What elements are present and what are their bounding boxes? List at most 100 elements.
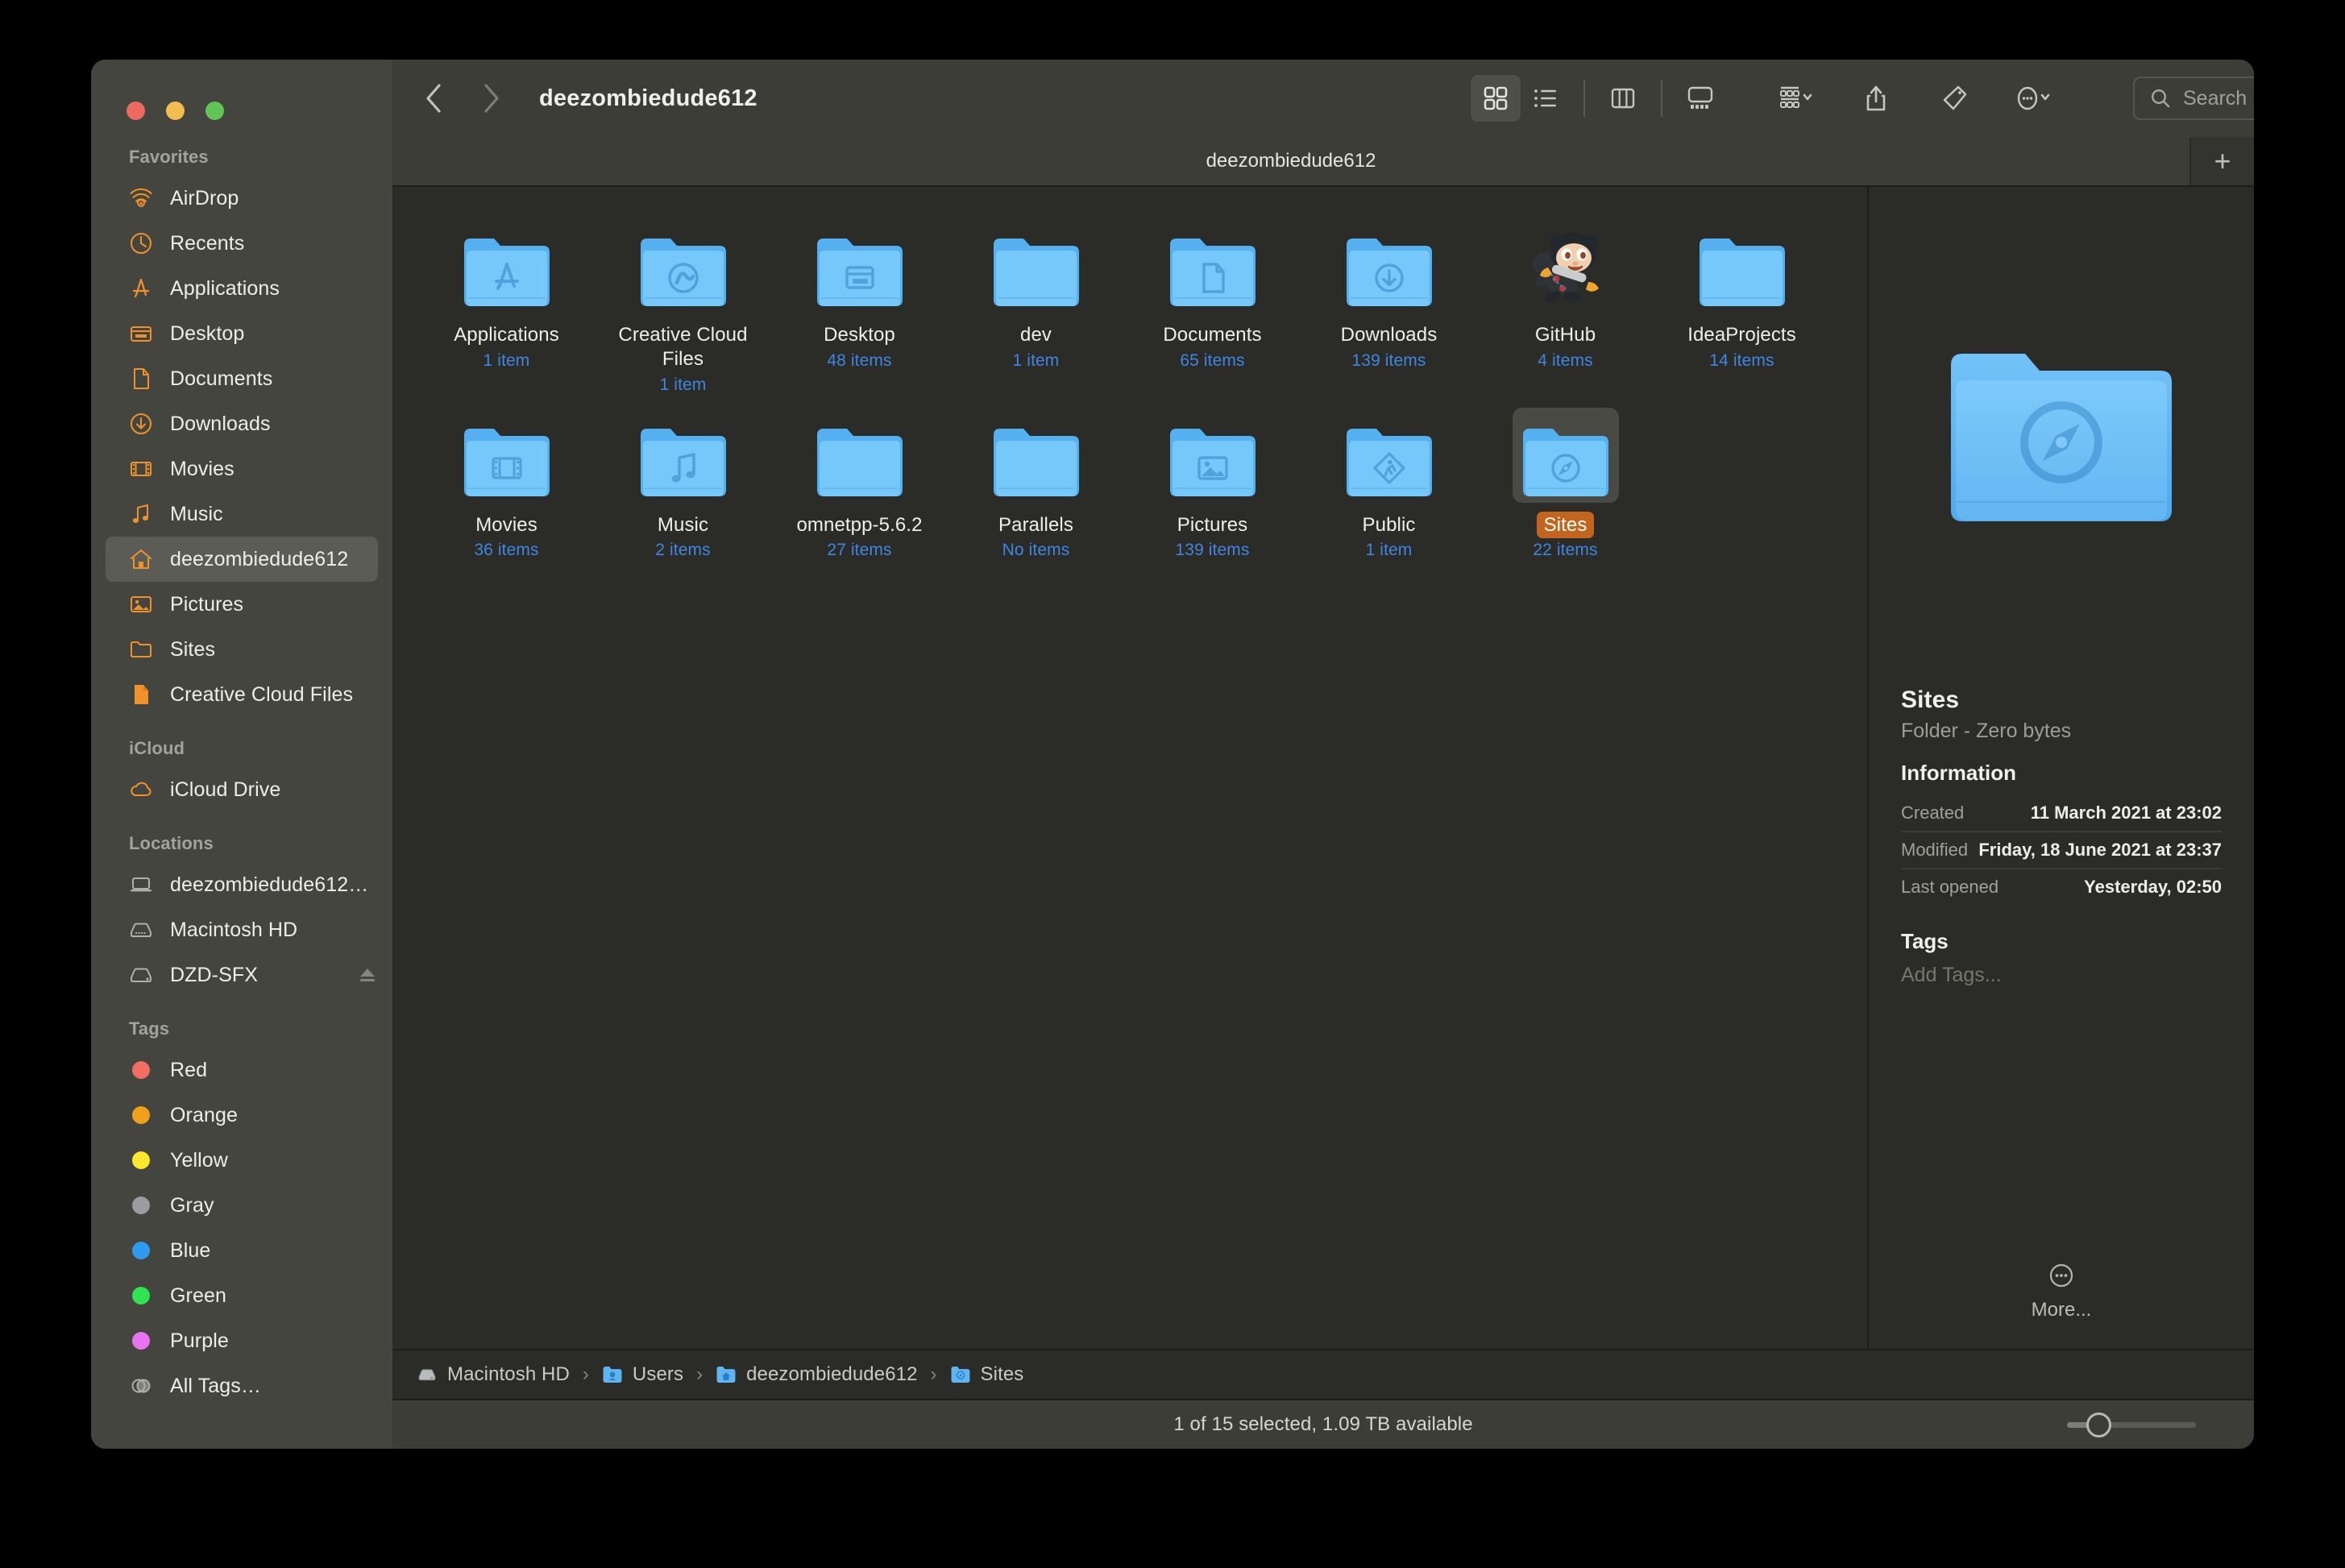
file-grid: Applications 1 item Creative Cloud Files 1 … — [392, 187, 1867, 560]
file-item-music[interactable]: Music 2 items — [595, 400, 771, 561]
sidebar-item-label: Movies — [170, 457, 234, 480]
sidebar-item-downloads[interactable]: Downloads — [106, 401, 378, 446]
close-button[interactable] — [127, 102, 145, 120]
file-item-creative-cloud-files[interactable]: Creative Cloud Files 1 item — [595, 209, 771, 395]
view-column-button[interactable] — [1598, 75, 1648, 122]
sidebar-item-dzd-sfx[interactable]: DZD-SFX — [106, 952, 378, 998]
sidebar-item-all-tags[interactable]: All Tags… — [106, 1363, 378, 1408]
chevron-left-icon — [426, 84, 441, 113]
file-item-parallels[interactable]: Parallels No items — [948, 400, 1124, 561]
file-item-dev[interactable]: dev 1 item — [948, 209, 1124, 395]
sidebar-item-orange[interactable]: Orange — [106, 1093, 378, 1138]
home-icon — [128, 546, 154, 572]
breadcrumb-item-macintosh-hd[interactable]: Macintosh HD — [417, 1363, 570, 1386]
file-item-count: 1 item — [1012, 351, 1060, 370]
view-icon-grid-button[interactable] — [1471, 75, 1521, 122]
tab-deezombiedude612[interactable]: deezombiedude612 — [392, 137, 2191, 185]
sidebar-item-documents[interactable]: Documents — [106, 356, 378, 401]
group-by-button[interactable] — [1772, 75, 1822, 122]
sidebar-item-recents[interactable]: Recents — [106, 221, 378, 266]
sidebar-item-label: Sites — [170, 637, 216, 661]
forward-button[interactable] — [473, 80, 510, 117]
sidebar-item-music[interactable]: Music — [106, 492, 378, 537]
breadcrumb-label: Users — [632, 1363, 684, 1385]
sidebar-item-blue[interactable]: Blue — [106, 1228, 378, 1273]
view-gallery-button[interactable] — [1675, 75, 1725, 122]
share-button[interactable] — [1851, 75, 1901, 122]
file-item-sites[interactable]: Sites 22 items — [1477, 400, 1654, 561]
sidebar-item-airdrop[interactable]: AirDrop — [106, 176, 378, 221]
back-button[interactable] — [415, 80, 452, 117]
breadcrumb-item-deezombiedude612[interactable]: deezombiedude612 — [716, 1363, 917, 1386]
main-pane: deezombiedude612 Search deezombiedude612… — [392, 60, 2254, 1449]
sidebar: Favorites AirDrop Recents Applications Deskt… — [91, 60, 392, 1449]
sidebar-item-red[interactable]: Red — [106, 1047, 378, 1093]
zoom-button[interactable] — [205, 102, 224, 120]
search-field[interactable]: Search — [2133, 77, 2254, 120]
sidebar-item-applications[interactable]: Applications — [106, 266, 378, 311]
file-item-omnetpp-5.6.2[interactable]: omnetpp-5.6.2 27 items — [771, 400, 948, 561]
slider-thumb[interactable] — [2086, 1412, 2111, 1437]
new-tab-button[interactable]: + — [2191, 137, 2254, 185]
file-item-count: 36 items — [474, 541, 539, 560]
folder-users-icon — [602, 1365, 623, 1384]
tag-button[interactable] — [1930, 75, 1980, 122]
column-view-icon — [1611, 88, 1635, 109]
view-list-button[interactable] — [1521, 75, 1571, 122]
file-browser[interactable]: Applications 1 item Creative Cloud Files 1 … — [392, 187, 1867, 1349]
clock-icon — [131, 233, 151, 254]
tag-dot-icon — [132, 1287, 150, 1305]
inspector-title: Sites — [1901, 687, 1960, 713]
file-item-applications[interactable]: Applications 1 item — [418, 209, 595, 395]
more-button[interactable]: More... — [1869, 1262, 2254, 1321]
more-actions-icon — [2017, 86, 2050, 110]
sidebar-item-gray[interactable]: Gray — [106, 1183, 378, 1228]
all-tags-icon — [131, 1379, 151, 1393]
file-item-pictures[interactable]: Pictures 139 items — [1124, 400, 1301, 561]
sidebar-item-deezombiedude612[interactable]: deezombiedude612 — [106, 537, 378, 582]
group-by-icon — [1780, 86, 1812, 108]
sidebar-item-yellow[interactable]: Yellow — [106, 1138, 378, 1183]
tag-dot-icon — [132, 1151, 150, 1169]
all-tags-icon — [128, 1373, 154, 1399]
file-item-github[interactable]: GitHub 4 items — [1477, 209, 1654, 395]
add-tags-field[interactable]: Add Tags... — [1901, 964, 2222, 987]
folder-creative-cloud-icon — [630, 218, 737, 313]
sidebar-item-sites[interactable]: Sites — [106, 627, 378, 672]
folder-shape — [463, 428, 550, 496]
file-item-public[interactable]: Public 1 item — [1301, 400, 1477, 561]
inspector-subtitle: Folder - Zero bytes — [1901, 720, 2072, 742]
tag-dot-icon — [132, 1242, 150, 1259]
file-item-downloads[interactable]: Downloads 139 items — [1301, 209, 1477, 395]
desktop-icon — [128, 321, 154, 346]
file-item-movies[interactable]: Movies 36 items — [418, 400, 595, 561]
file-item-count: 2 items — [655, 541, 711, 560]
icon-size-slider[interactable] — [2067, 1412, 2196, 1437]
breadcrumb-item-sites[interactable]: Sites — [950, 1363, 1024, 1386]
sidebar-item-label: Green — [170, 1284, 226, 1307]
sidebar-item-icloud-drive[interactable]: iCloud Drive — [106, 767, 378, 812]
file-item-ideaprojects[interactable]: IdeaProjects 14 items — [1654, 209, 1830, 395]
file-item-count: 65 items — [1180, 351, 1245, 370]
file-name: Applications — [454, 324, 559, 346]
sidebar-item-desktop[interactable]: Desktop — [106, 311, 378, 356]
file-name: GitHub — [1534, 324, 1596, 346]
eject-icon[interactable] — [357, 964, 378, 985]
file-item-count: 139 items — [1351, 351, 1426, 370]
external-drive-icon — [128, 962, 154, 988]
sidebar-item-movies[interactable]: Movies — [106, 446, 378, 492]
folder-downloads-icon — [1336, 218, 1442, 313]
sidebar-item-purple[interactable]: Purple — [106, 1318, 378, 1363]
file-item-documents[interactable]: Documents 65 items — [1124, 209, 1301, 395]
sidebar-item-macintosh-hd[interactable]: Macintosh HD — [106, 907, 378, 952]
info-key: Created — [1901, 803, 1965, 823]
sidebar-item-creative-cloud-files[interactable]: Creative Cloud Files — [106, 672, 378, 717]
more-actions-button[interactable] — [2009, 75, 2059, 122]
eject-glyph — [360, 969, 375, 981]
minimize-button[interactable] — [166, 102, 185, 120]
breadcrumb-item-users[interactable]: Users — [602, 1363, 683, 1386]
sidebar-item-deezombiedude612[interactable]: deezombiedude612… — [106, 862, 378, 907]
sidebar-item-pictures[interactable]: Pictures — [106, 582, 378, 627]
file-item-desktop[interactable]: Desktop 48 items — [771, 209, 948, 395]
sidebar-item-green[interactable]: Green — [106, 1273, 378, 1318]
